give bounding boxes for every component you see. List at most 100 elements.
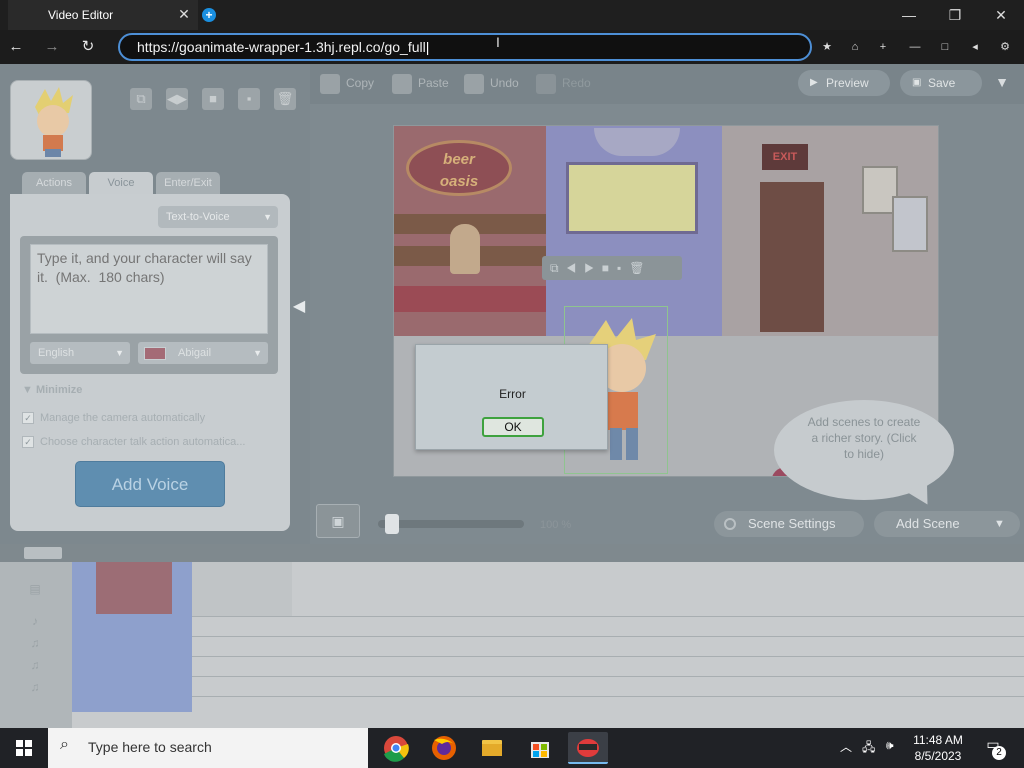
maximize-icon[interactable]: □ (936, 38, 954, 56)
timeline-header (0, 544, 1024, 562)
window-minimize-button[interactable]: — (894, 4, 924, 26)
editor-toolbar: Copy Paste Undo Redo ▶ Preview ▣ Save ▼ (310, 64, 1024, 104)
copy-button[interactable]: Copy (320, 72, 374, 94)
forward-icon[interactable]: → (40, 36, 64, 58)
browser-app-icon[interactable] (568, 732, 608, 764)
minimize-icon[interactable]: — (906, 38, 924, 56)
character-thumbnail[interactable] (10, 80, 92, 160)
front-icon[interactable]: ■ (202, 88, 224, 110)
back-icon[interactable]: ← (4, 36, 28, 58)
redo-icon (536, 73, 556, 94)
taskbar-search-placeholder: Type here to search (88, 739, 212, 755)
volume-icon[interactable]: ◂ (966, 38, 984, 56)
timeline-divider (192, 636, 1024, 637)
timeline-tab[interactable] (24, 547, 62, 559)
camera-auto-checkbox[interactable]: ✓ Manage the camera automatically (22, 410, 205, 426)
ok-button[interactable]: OK (482, 417, 544, 437)
tab-enter-exit[interactable]: Enter/Exit (156, 172, 220, 194)
browser-tab[interactable]: Video Editor (8, 0, 198, 30)
save-button[interactable]: ▣ Save (900, 70, 982, 96)
camera-icon[interactable]: ▣ (316, 504, 360, 538)
browser-title-bar: Video Editor ✕ + — ❐ ✕ (0, 0, 1024, 30)
bar-sign: beer oasis (406, 140, 512, 196)
new-tab-icon[interactable]: + (202, 8, 216, 22)
undo-button[interactable]: Undo (464, 72, 519, 94)
bookmark-star-icon[interactable]: ★ (818, 38, 836, 56)
sign-line-1: beer (443, 151, 475, 168)
store-app-icon[interactable] (520, 732, 560, 764)
network-icon[interactable]: 🖧 (862, 738, 875, 759)
character-avatar-icon (35, 87, 73, 157)
voice-track-icon: ♫ (30, 658, 40, 672)
add-voice-button[interactable]: Add Voice (75, 461, 225, 507)
voice-select[interactable]: Abigail ▼ (138, 342, 268, 364)
firefox-app-icon[interactable] (424, 732, 464, 764)
flip-icon[interactable]: ◀▶ (166, 88, 188, 110)
timeline-divider (192, 676, 1024, 677)
chevron-down-icon: ▼ (263, 212, 272, 222)
save-label: Save (928, 76, 956, 90)
sound-track-icon: ♫ (30, 636, 40, 650)
paste-button[interactable]: Paste (392, 72, 449, 94)
arcade-screen (566, 162, 698, 234)
minimize-label: Minimize (35, 384, 83, 396)
menu-chevron-down-icon[interactable]: ▼ (992, 74, 1012, 94)
undo-icon (464, 73, 484, 94)
timeline-add-scene-slot[interactable] (192, 562, 292, 616)
tray-chevron-up-icon[interactable]: ︿ (840, 738, 852, 755)
add-icon[interactable]: + (874, 38, 892, 56)
file-explorer-app-icon[interactable] (472, 732, 512, 764)
tab-actions[interactable]: Actions (22, 172, 86, 194)
minimize-toggle[interactable]: ▼ Minimize (22, 384, 82, 396)
window-maximize-button[interactable]: ❐ (940, 4, 970, 26)
add-scene-button[interactable]: Add Scene ▼ (874, 511, 1020, 537)
play-icon: ▶ (810, 77, 818, 88)
chrome-app-icon[interactable] (376, 732, 416, 764)
trash-icon[interactable]: 🗑 (274, 88, 296, 110)
scene-settings-button[interactable]: Scene Settings (714, 511, 864, 537)
collapse-panel-icon[interactable]: ◀ (292, 296, 306, 318)
redo-button[interactable]: Redo (536, 72, 591, 94)
tab-title: Video Editor (48, 8, 114, 22)
zoom-slider-handle[interactable] (385, 514, 399, 534)
uk-flag-icon (144, 347, 166, 360)
chevron-down-icon[interactable]: ▼ (994, 511, 1005, 537)
text-cursor-icon: I (496, 34, 500, 50)
start-button[interactable] (0, 728, 48, 768)
settings-gear-icon[interactable]: ⚙ (996, 38, 1014, 56)
timeline: ▤ ♪ ♫ ♫ ♫ (0, 544, 1024, 728)
window-close-button[interactable]: ✕ (986, 4, 1016, 26)
voice-text-input[interactable] (30, 244, 268, 334)
checkmark-icon: ✓ (22, 436, 34, 449)
volume-tray-icon[interactable]: 🕪 (886, 738, 894, 753)
save-icon: ▣ (912, 77, 922, 88)
preview-button[interactable]: ▶ Preview (798, 70, 890, 96)
tab-close-icon[interactable]: ✕ (176, 6, 192, 24)
taskbar-search-box[interactable]: ⌕ Type here to search (48, 728, 368, 768)
back-layer-icon[interactable]: ▪ (238, 88, 260, 110)
scene-thumbnail (96, 562, 172, 614)
bring-forward-icon[interactable]: ⧉ (130, 88, 152, 110)
effect-track-icon: ♫ (30, 680, 40, 694)
language-select[interactable]: English ▼ (30, 342, 130, 364)
timeline-scene-1[interactable] (72, 562, 192, 712)
home-icon[interactable]: ⌂ (846, 38, 864, 56)
clock-date: 8/5/2023 (914, 749, 962, 763)
zoom-slider-track[interactable] (378, 520, 524, 528)
object-toolbar[interactable]: ⧉◀▶■▪🗑 (542, 256, 682, 280)
add-scene-label: Add Scene (896, 516, 960, 531)
reload-icon[interactable]: ↻ (76, 36, 100, 58)
left-panel: ⧉ ◀▶ ■ ▪ 🗑 Actions Voice Enter/Exit Text… (0, 64, 310, 544)
tts-mode-select[interactable]: Text-to-Voice ▼ (158, 206, 278, 228)
talk-action-checkbox[interactable]: ✓ Choose character talk action automatica… (22, 434, 245, 450)
chevron-down-icon: ▼ (115, 348, 124, 358)
voice-panel: Text-to-Voice ▼ English ▼ Abigail ▼ (10, 194, 290, 531)
address-bar[interactable]: https://goanimate-wrapper-1.3hj.repl.co/… (118, 33, 812, 61)
preview-label: Preview (826, 76, 869, 90)
exit-sign: EXIT (762, 144, 808, 170)
tab-voice[interactable]: Voice (89, 172, 153, 194)
taskbar-clock[interactable]: 11:48 AM 8/5/2023 (906, 732, 970, 764)
copy-label: Copy (346, 76, 375, 90)
timeline-track-icons: ▤ ♪ ♫ ♫ ♫ (0, 562, 72, 728)
undo-label: Undo (490, 76, 519, 90)
